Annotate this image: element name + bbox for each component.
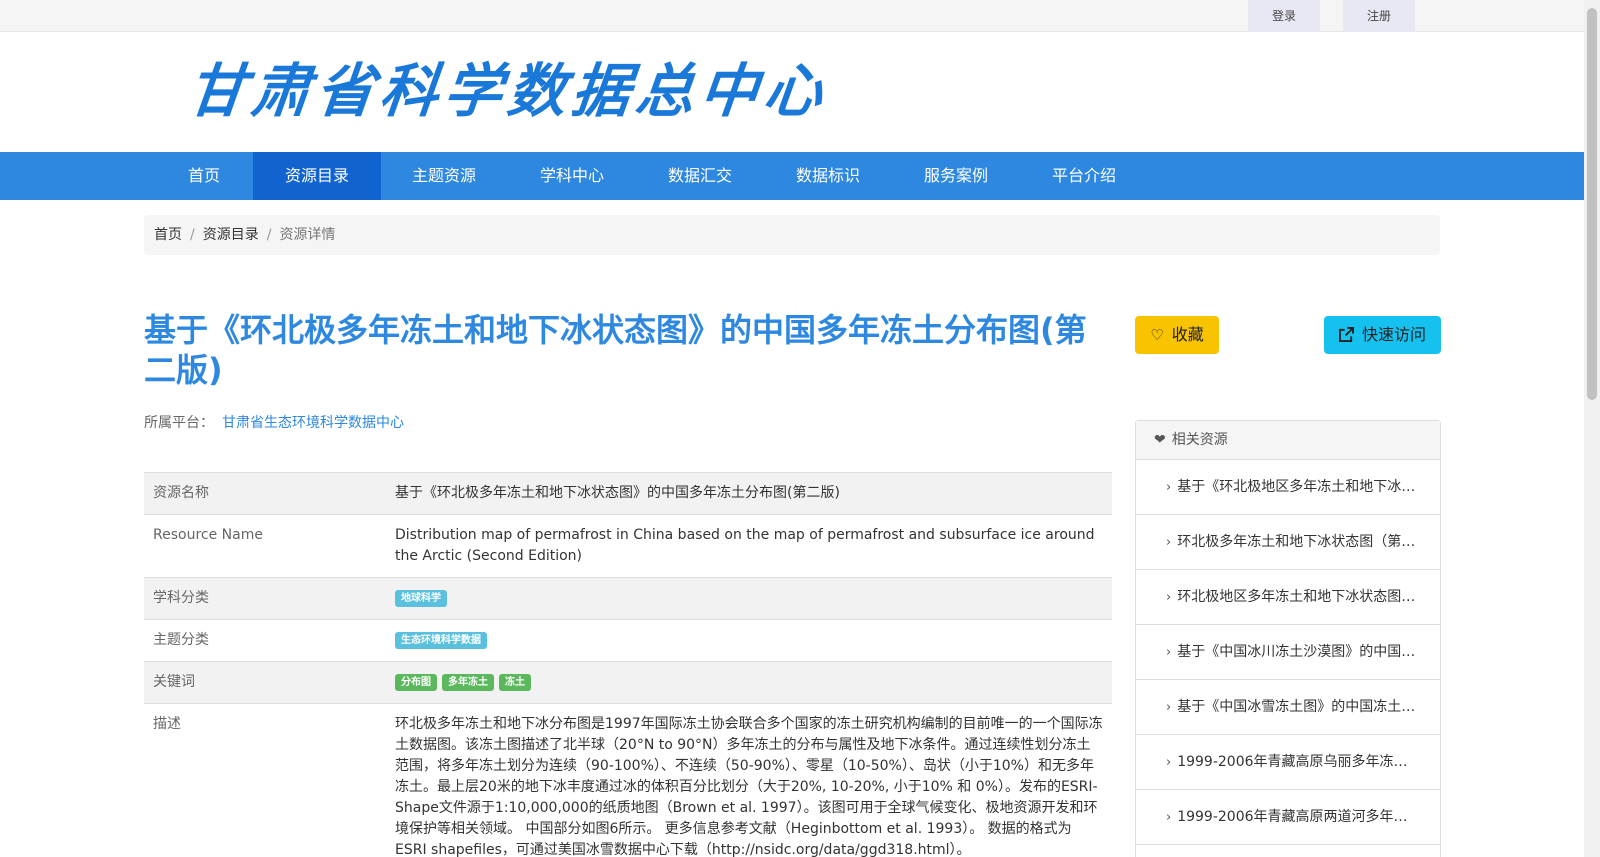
- chevron-right-icon: ›: [1166, 645, 1172, 660]
- quick-access-button[interactable]: 快速访问: [1324, 316, 1441, 354]
- platform-label: 所属平台：: [144, 415, 214, 431]
- keyword-tag[interactable]: 冻土: [499, 673, 531, 691]
- row-value: Distribution map of permafrost in China …: [386, 514, 1112, 578]
- main-nav: 首页 资源目录 主题资源 学科中心 数据汇交 数据标识 服务案例 平台介绍: [0, 152, 1584, 200]
- row-label: 资源名称: [144, 472, 386, 515]
- table-row: 描述 环北极多年冻土和地下冰分布图是1997年国际冻土协会联合多个国家的冻土研究…: [144, 703, 1112, 857]
- row-label: 学科分类: [144, 577, 386, 620]
- table-row: 资源名称 基于《环北极多年冻土和地下冰状态图》的中国多年冻土分布图(第二版): [144, 472, 1112, 515]
- table-row: 主题分类 生态环境科学数据: [144, 619, 1112, 662]
- chevron-right-icon: ›: [1166, 700, 1172, 715]
- register-button[interactable]: 注册: [1343, 0, 1415, 32]
- row-value: 生态环境科学数据: [386, 619, 1112, 662]
- breadcrumb-current: 资源详情: [279, 227, 336, 243]
- chevron-right-icon: ›: [1166, 810, 1172, 825]
- related-item[interactable]: › 1999-2006年青藏高原乌丽多年冻土观测数据: [1136, 735, 1440, 790]
- row-value: 分布图 多年冻土 冻土: [386, 661, 1112, 704]
- related-item[interactable]: ›基于《环北极地区多年冻土和地下冰状态图》的中国多年冻土分布图: [1136, 460, 1440, 515]
- row-label: Resource Name: [144, 514, 386, 578]
- platform-link[interactable]: 甘肃省生态环境科学数据中心: [222, 415, 404, 431]
- keyword-tag[interactable]: 分布图: [395, 673, 437, 691]
- breadcrumb-catalog[interactable]: 资源目录: [203, 227, 259, 243]
- favorite-label: 收藏: [1171, 325, 1204, 344]
- breadcrumb-separator: /: [266, 227, 272, 243]
- row-label: 描述: [144, 703, 386, 857]
- nav-themes[interactable]: 主题资源: [380, 152, 508, 200]
- external-link-icon: [1338, 316, 1354, 354]
- breadcrumb-home[interactable]: 首页: [154, 227, 182, 243]
- page: 登录 注册 甘肃省科学数据总中心 首页 资源目录 主题资源 学科中心 数据汇交 …: [0, 0, 1600, 857]
- chevron-right-icon: ›: [1166, 480, 1172, 495]
- breadcrumb: 首页 / 资源目录 / 资源详情: [144, 215, 1440, 255]
- page-title: 基于《环北极多年冻土和地下冰状态图》的中国多年冻土分布图(第二版): [144, 311, 1087, 389]
- nav-data-submission[interactable]: 数据汇交: [636, 152, 764, 200]
- theme-tag[interactable]: 生态环境科学数据: [395, 631, 487, 649]
- table-row: 学科分类 地球科学: [144, 577, 1112, 620]
- nav-data-identifier[interactable]: 数据标识: [764, 152, 892, 200]
- page-scrollbar[interactable]: [1584, 0, 1600, 857]
- chevron-right-icon: ›: [1166, 755, 1172, 770]
- table-row: 关键词 分布图 多年冻土 冻土: [144, 661, 1112, 704]
- row-value: 地球科学: [386, 577, 1112, 620]
- nav-service-cases[interactable]: 服务案例: [892, 152, 1020, 200]
- nav-about[interactable]: 平台介绍: [1020, 152, 1148, 200]
- subject-tag[interactable]: 地球科学: [395, 589, 447, 607]
- scrollbar-thumb[interactable]: [1587, 8, 1597, 400]
- chevron-right-icon: ›: [1166, 590, 1172, 605]
- chevron-right-icon: ›: [1166, 535, 1172, 550]
- related-item[interactable]: › 环北极多年冻土和地下冰状态图（第二版）: [1136, 515, 1440, 570]
- resource-details-table: 资源名称 基于《环北极多年冻土和地下冰状态图》的中国多年冻土分布图(第二版) R…: [144, 472, 1112, 857]
- related-item[interactable]: ›基于《中国冰川冻土沙漠图》的中国冻土分布图: [1136, 625, 1440, 680]
- related-header-label: 相关资源: [1171, 432, 1228, 448]
- keyword-tag[interactable]: 多年冻土: [442, 673, 494, 691]
- related-header: ❤ 相关资源: [1136, 421, 1440, 460]
- related-item[interactable]: ›1999-2006年青藏高原两道河多年冻土观测数据: [1136, 790, 1440, 845]
- platform-info: 所属平台： 甘肃省生态环境科学数据中心: [144, 412, 404, 432]
- row-value: 基于《环北极多年冻土和地下冰状态图》的中国多年冻土分布图(第二版): [386, 472, 1112, 515]
- login-button[interactable]: 登录: [1248, 0, 1320, 32]
- row-label: 主题分类: [144, 619, 386, 662]
- quick-access-label: 快速访问: [1361, 325, 1426, 344]
- row-label: 关键词: [144, 661, 386, 704]
- nav-home[interactable]: 首页: [140, 152, 268, 200]
- related-resources-panel: ❤ 相关资源 ›基于《环北极地区多年冻土和地下冰状态图》的中国多年冻土分布图 ›环…: [1135, 420, 1441, 857]
- heart-icon: ❤: [1154, 432, 1166, 448]
- favorite-button[interactable]: ♡ 收藏: [1135, 316, 1219, 354]
- nav-disciplines[interactable]: 学科中心: [508, 152, 636, 200]
- description-text: 环北极多年冻土和地下冰分布图是1997年国际冻土协会联合多个国家的冻土研究机构编…: [386, 703, 1112, 857]
- nav-catalog[interactable]: 资源目录: [253, 152, 381, 200]
- top-bar: 登录 注册: [0, 0, 1584, 32]
- heart-outline-icon: ♡: [1150, 326, 1164, 344]
- site-logo[interactable]: 甘肃省科学数据总中心: [184, 55, 832, 127]
- table-row: Resource Name Distribution map of permaf…: [144, 514, 1112, 578]
- related-item[interactable]: › 环北极地区多年冻土和地下冰状态图数据: [1136, 570, 1440, 625]
- breadcrumb-separator: /: [190, 227, 195, 243]
- related-item[interactable]: › 基于《中国冰雪冻土图》的中国冻土分布图: [1136, 680, 1440, 735]
